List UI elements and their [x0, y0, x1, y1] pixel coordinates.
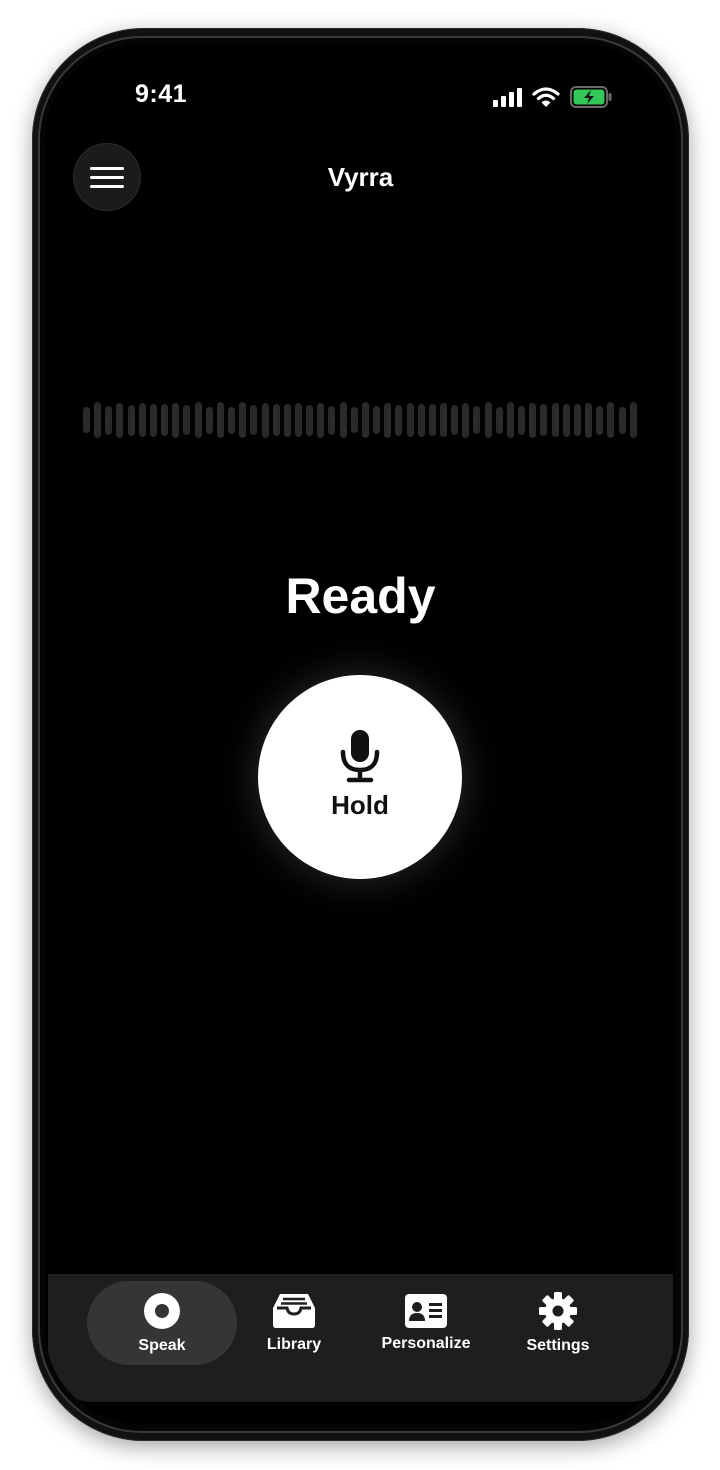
waveform-bar [339, 402, 347, 438]
waveform-bar [540, 404, 548, 436]
waveform-bar [395, 404, 403, 436]
hold-label: Hold [331, 789, 389, 820]
waveform-bar [373, 406, 381, 434]
waveform-bar [529, 402, 537, 438]
waveform-bar [350, 407, 358, 433]
waveform-bar [239, 402, 247, 438]
audio-waveform [83, 400, 637, 440]
waveform-bar [451, 405, 459, 435]
waveform-bar [406, 403, 414, 437]
microphone-icon [340, 729, 380, 782]
waveform-bar [596, 405, 604, 435]
tab-speak[interactable]: Speak [87, 1281, 237, 1365]
waveform-bar [518, 405, 526, 435]
tab-label: Library [266, 1336, 322, 1353]
waveform-bar [428, 404, 436, 436]
tab-bar: Speak Library Personalize Settings [48, 1274, 673, 1402]
waveform-bar [607, 402, 615, 438]
waveform-bar [172, 402, 180, 438]
tab-label: Personalize [381, 1335, 471, 1352]
waveform-bar [317, 402, 325, 438]
tray-icon [273, 1294, 315, 1328]
tab-label: Settings [526, 1337, 590, 1354]
waveform-bar [116, 402, 124, 438]
waveform-bar [417, 403, 425, 437]
waveform-bar [328, 405, 336, 435]
waveform-bar [194, 402, 202, 438]
waveform-bar [495, 406, 503, 434]
waveform-bar [216, 402, 224, 438]
waveform-bar [83, 407, 90, 433]
waveform-bar [138, 403, 146, 437]
waveform-bar [462, 402, 470, 438]
waveform-bar [228, 406, 236, 434]
waveform-bar [261, 402, 269, 438]
waveform-bar [562, 403, 570, 437]
device-frame: 9:41 Vyrra Ready Hold Speak Library Pers… [0, 0, 720, 1470]
waveform-bar [473, 406, 481, 434]
waveform-bar [573, 404, 581, 436]
waveform-bar [551, 403, 559, 437]
waveform-bar [361, 402, 369, 438]
waveform-bar [250, 405, 258, 435]
waveform-bar [127, 404, 135, 436]
id-card-icon [405, 1294, 447, 1328]
waveform-bar [94, 402, 102, 438]
waveform-bar [484, 402, 492, 438]
status-time: 9:41 [135, 80, 188, 108]
tab-settings[interactable]: Settings [483, 1281, 633, 1365]
tab-personalize[interactable]: Personalize [351, 1281, 501, 1365]
gear-icon [539, 1292, 577, 1330]
waveform-bar [618, 406, 626, 434]
screen: 9:41 Vyrra Ready Hold Speak Library Pers… [45, 44, 676, 1424]
waveform-bar [629, 402, 637, 438]
waveform-bar [585, 402, 593, 438]
waveform-bar [440, 403, 447, 437]
hold-to-record-button[interactable]: Hold [258, 675, 462, 879]
signal-icon [493, 87, 522, 107]
battery-icon [570, 86, 612, 108]
tab-label: Speak [138, 1337, 186, 1354]
waveform-bar [205, 406, 213, 434]
waveform-bar [272, 404, 280, 436]
app-title: Vyrra [327, 162, 394, 192]
wifi-icon [532, 87, 560, 107]
record-icon [144, 1293, 180, 1329]
waveform-bar [306, 404, 314, 436]
waveform-bar [161, 404, 169, 436]
waveform-bar [105, 405, 113, 435]
status-icons [493, 84, 612, 110]
waveform-bar [384, 402, 392, 438]
recording-state-label: Ready [285, 568, 436, 624]
waveform-bar [294, 403, 302, 437]
waveform-bar [283, 403, 291, 437]
waveform-bar [506, 402, 514, 438]
waveform-bar [183, 405, 191, 435]
tab-library[interactable]: Library [219, 1281, 369, 1365]
waveform-bar [149, 403, 157, 437]
